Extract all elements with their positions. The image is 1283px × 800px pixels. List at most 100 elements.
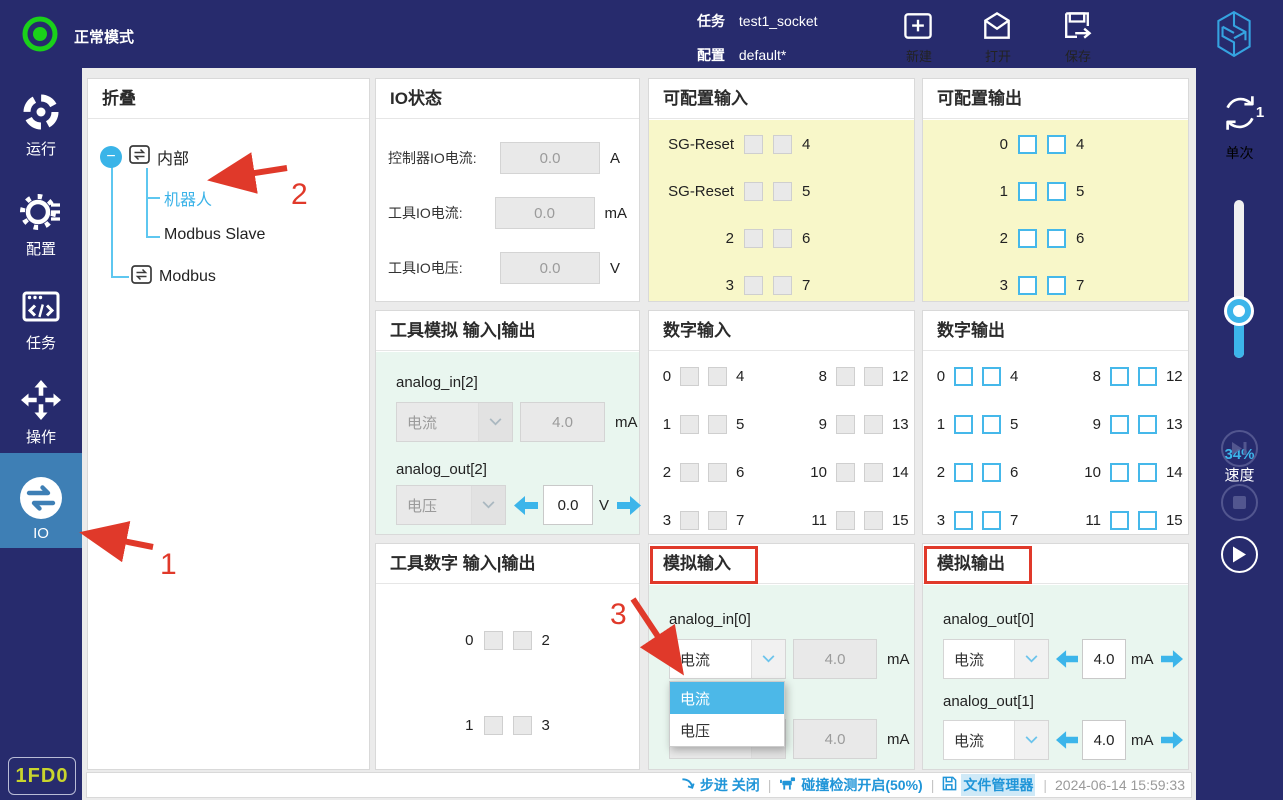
analog-out0-value-field[interactable] [1082, 639, 1126, 679]
tree-node-internal[interactable]: − 内部 [100, 145, 189, 169]
tool-current-field [495, 197, 595, 229]
digital-output-checkbox[interactable] [1138, 415, 1157, 434]
swap-icon [131, 265, 152, 289]
chevron-down-icon [751, 640, 785, 678]
digital-output-checkbox[interactable] [954, 367, 973, 386]
digital-output-checkbox[interactable] [1138, 511, 1157, 530]
tree-connector [146, 168, 148, 238]
digital-output-checkbox[interactable] [1110, 367, 1129, 386]
digital-input-checkbox [836, 367, 855, 386]
sidebar-item-run[interactable]: 运行 [0, 90, 82, 159]
digital-input-checkbox [864, 367, 883, 386]
analog-in1-value-field [793, 719, 877, 759]
digital-output-checkbox[interactable] [954, 415, 973, 434]
sidebar-item-config[interactable]: 配置 [0, 190, 82, 259]
digital-output-checkbox[interactable] [954, 463, 973, 482]
sidebar-item-operate[interactable]: 操作 [0, 378, 82, 447]
digital-input-checkbox [680, 463, 699, 482]
new-icon [886, 8, 950, 44]
decrement-arrow-icon[interactable] [1056, 649, 1078, 669]
config-input-checkbox [773, 229, 792, 248]
increment-arrow-icon[interactable] [617, 495, 641, 516]
digital-input-checkbox [708, 463, 727, 482]
checkbox-row: 2 6 [923, 215, 1188, 261]
single-cycle-button[interactable]: 1 单次 [1196, 90, 1283, 163]
new-button[interactable]: 新建 [886, 8, 950, 44]
digital-output-checkbox[interactable] [982, 463, 1001, 482]
decrement-arrow-icon[interactable] [514, 495, 538, 516]
digital-input-checkbox [836, 463, 855, 482]
collapse-toggle-icon[interactable]: − [100, 146, 122, 168]
increment-arrow-icon[interactable] [1161, 730, 1183, 750]
sidebar-item-task[interactable]: 任务 [0, 284, 82, 353]
checkbox-row: 15 913 [923, 400, 1188, 448]
digital-output-checkbox[interactable] [1110, 415, 1129, 434]
config-input-checkbox [744, 182, 763, 201]
dropdown-option-voltage[interactable]: 电压 [670, 714, 784, 746]
separator: | [768, 777, 772, 793]
collision-detection-status[interactable]: 碰撞检测开启(50%) [779, 775, 922, 795]
tool-analog-in-type-dropdown: 电流 [396, 402, 513, 442]
dropdown-option-current[interactable]: 电流 [670, 682, 784, 714]
config-output-checkbox[interactable] [1047, 182, 1066, 201]
play-button[interactable] [1221, 536, 1258, 573]
digital-input-checkbox [864, 511, 883, 530]
digital-output-checkbox[interactable] [982, 415, 1001, 434]
channel-label: analog_out[0] [943, 611, 1034, 628]
config-output-checkbox[interactable] [1018, 182, 1037, 201]
digital-input-checkbox [708, 511, 727, 530]
tool-analog-panel: 工具模拟 输入|输出 analog_in[2] 电流 mA analog_out… [375, 310, 640, 535]
status-bar: 步进 关闭 | 碰撞检测开启(50%) | 文件管理器 | 2024-06-14… [86, 772, 1192, 798]
config-input-checkbox [744, 135, 763, 154]
checkbox-row: 2 6 [649, 215, 914, 261]
increment-arrow-icon[interactable] [1161, 649, 1183, 669]
config-output-checkbox[interactable] [1047, 276, 1066, 295]
digital-input-checkbox [680, 415, 699, 434]
chevron-down-icon [1014, 640, 1048, 678]
tool-digital-checkbox [513, 716, 532, 735]
run-icon [0, 90, 82, 134]
speed-slider[interactable] [1234, 200, 1244, 358]
tool-analog-out-value-field[interactable] [543, 485, 593, 525]
config-output-checkbox[interactable] [1047, 229, 1066, 248]
step-mode-status[interactable]: 步进 关闭 [681, 775, 760, 795]
tree-node-robot[interactable]: 机器人 [164, 186, 212, 210]
decrement-arrow-icon[interactable] [1056, 730, 1078, 750]
speed-slider-handle[interactable] [1227, 299, 1251, 323]
tree-node-modbus-slave[interactable]: Modbus Slave [164, 226, 265, 244]
digital-output-checkbox[interactable] [1110, 511, 1129, 530]
digital-output-checkbox[interactable] [954, 511, 973, 530]
config-input-checkbox [744, 229, 763, 248]
tool-digital-checkbox [484, 631, 503, 650]
config-output-checkbox[interactable] [1018, 276, 1037, 295]
analog-in0-type-dropdown[interactable]: 电流 [669, 639, 786, 679]
analog-out0-type-dropdown[interactable]: 电流 [943, 639, 1049, 679]
open-button[interactable]: 打开 [965, 8, 1029, 44]
digital-output-checkbox[interactable] [1138, 463, 1157, 482]
tree-connector [111, 166, 113, 276]
left-sidebar: 运行 配置 任务 [0, 68, 82, 800]
save-button[interactable]: 保存 [1045, 8, 1109, 44]
digital-output-checkbox[interactable] [982, 367, 1001, 386]
config-input-checkbox [773, 276, 792, 295]
digital-output-checkbox[interactable] [1110, 463, 1129, 482]
file-manager-button[interactable]: 文件管理器 [942, 774, 1035, 796]
checkbox-row: 0 4 [923, 121, 1188, 167]
digital-output-checkbox[interactable] [982, 511, 1001, 530]
config-output-checkbox[interactable] [1018, 229, 1037, 248]
checkbox-row: 3 7 [923, 262, 1188, 308]
config-output-checkbox[interactable] [1018, 135, 1037, 154]
open-icon [965, 8, 1029, 44]
sidebar-item-io[interactable]: IO [0, 453, 82, 548]
config-input-checkbox [773, 182, 792, 201]
analog-out1-type-dropdown[interactable]: 电流 [943, 720, 1049, 760]
digital-output-checkbox[interactable] [1138, 367, 1157, 386]
analog-out1-value-field[interactable] [1082, 720, 1126, 760]
move-arrows-icon [0, 378, 82, 422]
io-tree-panel: 折叠 − 内部 机器人 Modbu [87, 78, 370, 770]
chevron-down-icon [478, 403, 512, 441]
mode-label: 正常模式 [74, 26, 134, 47]
panel-title: 数字输出 [923, 311, 1188, 351]
tree-node-modbus[interactable]: Modbus [131, 265, 216, 289]
config-output-checkbox[interactable] [1047, 135, 1066, 154]
